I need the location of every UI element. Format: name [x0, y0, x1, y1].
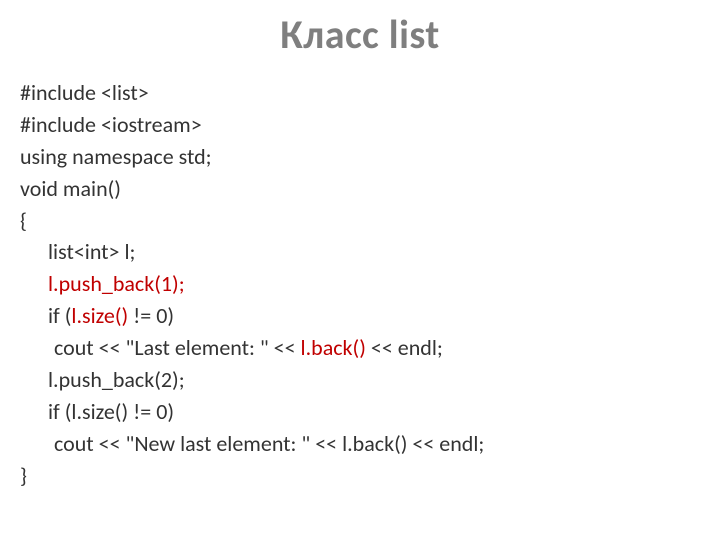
code-line: {	[20, 205, 700, 237]
code-text: != 0)	[128, 302, 174, 329]
code-text: cout << "Last element: " <<	[54, 334, 301, 361]
code-line: l.push_back(1);	[20, 268, 700, 300]
code-text: << endl;	[366, 334, 443, 361]
code-text: l.size()	[71, 302, 128, 329]
code-block: #include <list> #include <iostream> usin…	[20, 77, 700, 492]
code-line: l.push_back(2);	[20, 364, 700, 396]
code-line: cout << "New last element: " << l.back()…	[20, 428, 700, 460]
slide-title: Класс list	[20, 10, 700, 59]
code-line: if (l.size() != 0)	[20, 396, 700, 428]
code-line: void main()	[20, 173, 700, 205]
code-text: if (	[48, 302, 71, 329]
code-line: if (l.size() != 0)	[20, 300, 700, 332]
code-line: list<int> l;	[20, 236, 700, 268]
code-line: cout << "Last element: " << l.back() << …	[20, 332, 700, 364]
code-line: using namespace std;	[20, 141, 700, 173]
code-text: l.back()	[301, 334, 366, 361]
code-line: #include <iostream>	[20, 109, 700, 141]
code-line: }	[20, 460, 700, 492]
code-line: #include <list>	[20, 77, 700, 109]
